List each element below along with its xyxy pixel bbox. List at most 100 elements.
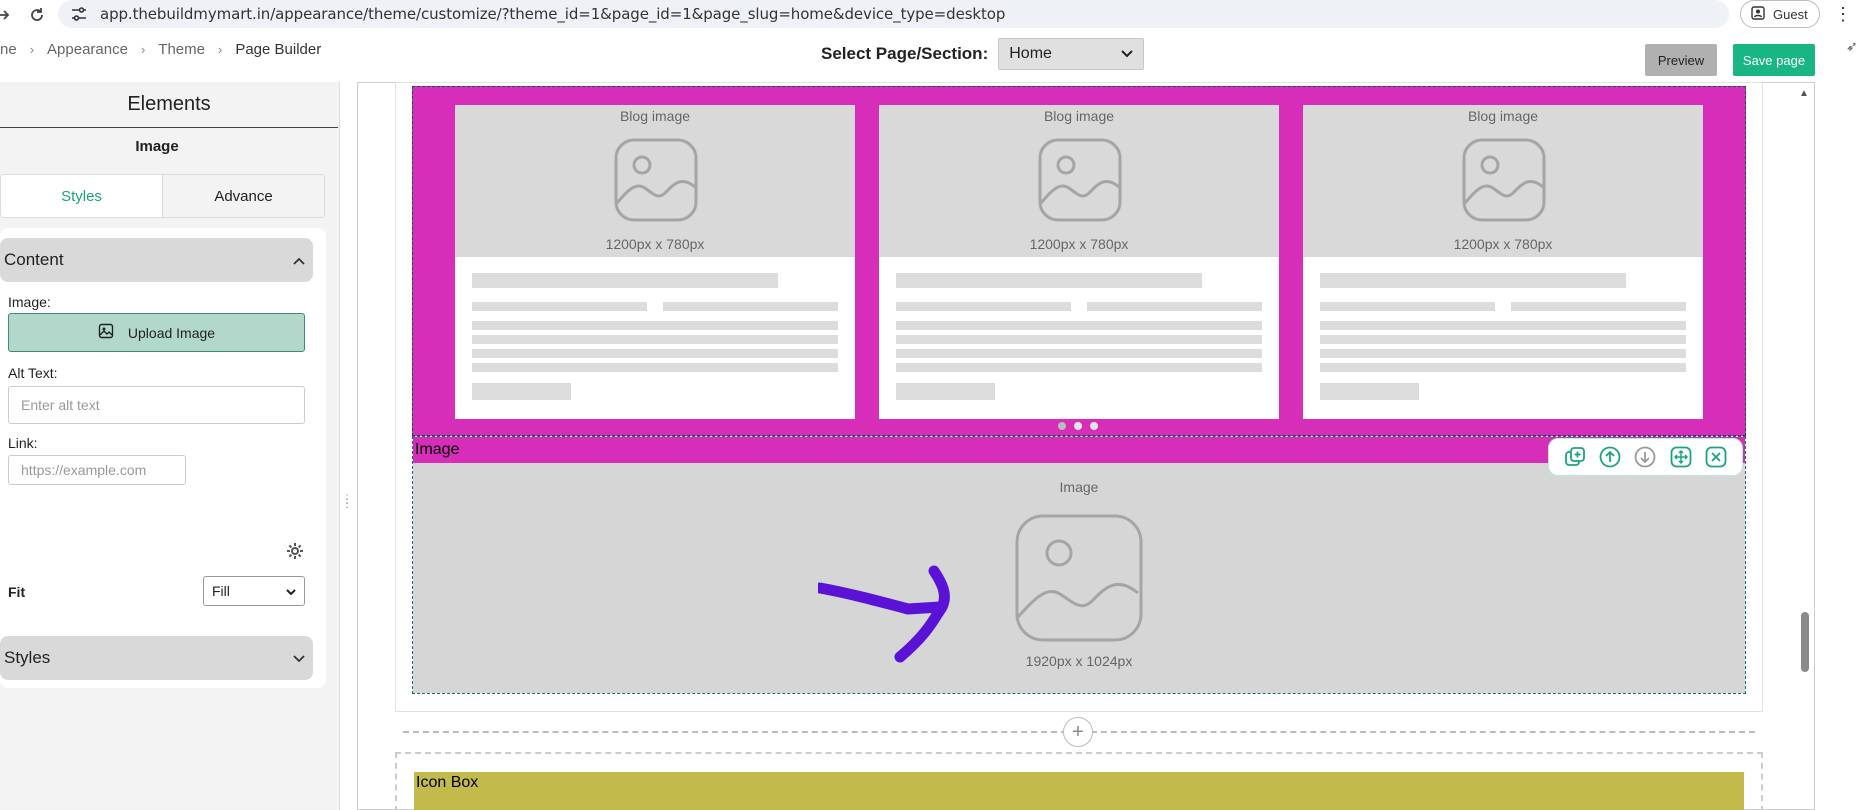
skeleton-line xyxy=(1320,335,1686,344)
profile-label: Guest xyxy=(1773,6,1808,22)
preview-button[interactable]: Preview xyxy=(1645,44,1717,76)
image-placeholder-icon xyxy=(1038,138,1122,222)
blog-section[interactable]: Blog image 1200px x 780px Blog image 120… xyxy=(412,86,1746,436)
carousel-dot[interactable] xyxy=(1058,422,1066,430)
blog-card[interactable]: Blog image 1200px x 780px xyxy=(879,105,1279,419)
carousel-dot[interactable] xyxy=(1090,422,1098,430)
breadcrumb-item[interactable]: Theme xyxy=(158,41,205,58)
skeleton-button xyxy=(896,383,995,400)
alt-text-input[interactable]: Enter alt text xyxy=(8,386,305,424)
image-block[interactable]: Image Image 1920px x 1024px xyxy=(412,436,1746,694)
blog-image-size: 1200px x 780px xyxy=(1453,236,1553,252)
skeleton-line xyxy=(896,363,1262,372)
icon-box-label: Icon Box xyxy=(416,774,479,791)
image-block-label: Image xyxy=(415,441,460,458)
chevron-right-icon: › xyxy=(29,41,35,57)
blog-image-placeholder: Blog image 1200px x 780px xyxy=(879,105,1279,257)
panel-resize-handle[interactable]: ::: xyxy=(344,493,350,511)
content-accordion-header[interactable]: Content xyxy=(0,238,313,282)
breadcrumb: ne › Appearance › Theme › Page Builder xyxy=(0,38,321,60)
browser-toolbar: app.thebuildmymart.in/appearance/theme/c… xyxy=(0,0,1862,30)
skeleton-line xyxy=(472,273,778,288)
image-placeholder[interactable]: Image 1920px x 1024px xyxy=(413,463,1745,693)
blog-image-size: 1200px x 780px xyxy=(605,236,705,252)
image-size-label: 1920px x 1024px xyxy=(1025,653,1133,669)
image-placeholder-icon xyxy=(1015,514,1143,642)
skeleton-line xyxy=(663,302,838,311)
page-select-dropdown[interactable]: Home xyxy=(998,38,1145,70)
skeleton-line xyxy=(896,302,1071,311)
skeleton-line xyxy=(1511,302,1686,311)
skeleton-line xyxy=(1320,321,1686,330)
address-bar[interactable]: app.thebuildmymart.in/appearance/theme/c… xyxy=(58,0,1729,28)
image-block-label-bar: Image xyxy=(413,437,1745,463)
blog-image-size: 1200px x 780px xyxy=(1029,236,1129,252)
browser-menu-icon[interactable]: ⋮ xyxy=(1834,4,1852,24)
page-select-value: Home xyxy=(1009,45,1052,62)
styles-section-title: Styles xyxy=(4,648,51,667)
skeleton-line xyxy=(1320,349,1686,358)
blog-card[interactable]: Blog image 1200px x 780px xyxy=(455,105,855,419)
reload-icon[interactable] xyxy=(25,3,49,27)
profile-button[interactable]: Guest xyxy=(1740,0,1820,28)
pin-icon[interactable]: ➶ xyxy=(1846,38,1858,55)
person-icon xyxy=(1751,5,1765,23)
skeleton-line xyxy=(896,349,1262,358)
canvas-scrollbar[interactable] xyxy=(1801,612,1809,672)
skeleton-button xyxy=(1320,383,1419,400)
move-down-icon[interactable] xyxy=(1634,446,1656,468)
tab-styles[interactable]: Styles xyxy=(1,175,162,217)
save-page-button[interactable]: Save page xyxy=(1733,44,1815,76)
styles-accordion-header[interactable]: Styles xyxy=(0,636,313,680)
elements-panel: Elements Image Styles Advance Content Im… xyxy=(0,82,340,810)
blog-image-label: Blog image xyxy=(619,108,691,124)
element-toolbar xyxy=(1548,438,1743,476)
page-select-row: Select Page/Section: Home xyxy=(821,38,1145,70)
tab-advance[interactable]: Advance xyxy=(162,175,324,217)
blog-image-placeholder: Blog image 1200px x 780px xyxy=(1303,105,1703,257)
image-placeholder-icon xyxy=(614,138,698,222)
gear-icon[interactable] xyxy=(286,542,304,560)
breadcrumb-item[interactable]: Appearance xyxy=(47,41,128,58)
link-input[interactable]: https://example.com xyxy=(8,455,186,485)
skeleton-line xyxy=(1087,302,1262,311)
icon-box-block[interactable]: Icon Box xyxy=(414,772,1744,810)
blog-image-label: Blog image xyxy=(1043,108,1115,124)
carousel-dots xyxy=(1058,422,1098,430)
skeleton-line xyxy=(472,302,647,311)
close-icon[interactable] xyxy=(1705,446,1727,468)
image-field-label: Image: xyxy=(8,294,51,310)
settings-card: Content Image: Upload Image Alt Text: En… xyxy=(0,228,326,688)
scroll-up-icon[interactable]: ▲ xyxy=(1799,88,1809,99)
fit-value: Fill xyxy=(212,583,230,599)
blog-card[interactable]: Blog image 1200px x 780px xyxy=(1303,105,1703,419)
skeleton-line xyxy=(896,335,1262,344)
breadcrumb-item[interactable]: ne xyxy=(0,41,17,58)
chevron-right-icon: › xyxy=(217,41,223,57)
add-section-button[interactable]: + xyxy=(1063,717,1093,747)
blog-image-placeholder: Blog image 1200px x 780px xyxy=(455,105,855,257)
skeleton-line xyxy=(472,335,838,344)
skeleton-line xyxy=(896,321,1262,330)
image-placeholder-icon xyxy=(1462,138,1546,222)
skeleton-button xyxy=(472,383,571,400)
skeleton-line xyxy=(472,363,838,372)
content-section-title: Content xyxy=(4,250,64,269)
drag-move-icon[interactable] xyxy=(1670,446,1692,468)
carousel-dot[interactable] xyxy=(1074,422,1082,430)
upload-image-button[interactable]: Upload Image xyxy=(8,313,305,352)
panel-tabs: Styles Advance xyxy=(0,174,325,218)
skeleton-line xyxy=(896,273,1202,288)
url-text: app.thebuildmymart.in/appearance/theme/c… xyxy=(100,5,1006,23)
fit-select[interactable]: Fill xyxy=(203,576,305,606)
move-up-icon[interactable] xyxy=(1599,446,1621,468)
forward-icon[interactable] xyxy=(0,3,16,27)
alt-text-label: Alt Text: xyxy=(8,365,58,381)
panel-title: Elements xyxy=(0,82,338,128)
selected-element-name: Image xyxy=(135,138,179,155)
annotation-arrow-icon xyxy=(818,565,950,663)
chevron-up-icon xyxy=(293,250,305,270)
duplicate-icon[interactable] xyxy=(1564,446,1586,468)
blog-image-label: Blog image xyxy=(1467,108,1539,124)
site-settings-icon[interactable] xyxy=(70,5,88,23)
